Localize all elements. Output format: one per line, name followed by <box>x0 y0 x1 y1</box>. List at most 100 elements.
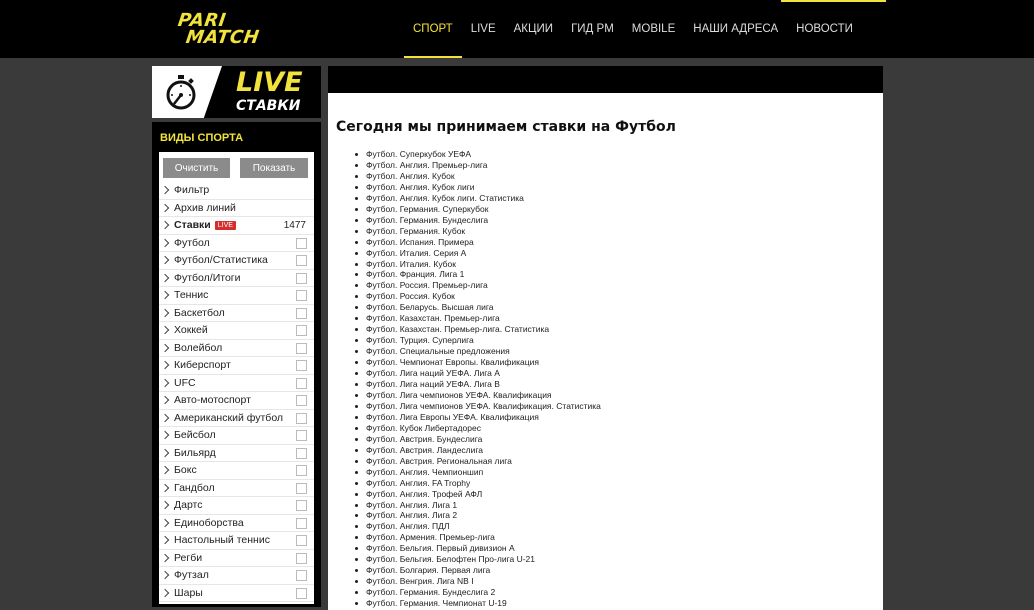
league-link[interactable]: Футбол. Англия. Чемпионшип <box>350 467 601 478</box>
league-link[interactable]: Футбол. Лига чемпионов УЕФА. Квалификаци… <box>350 401 601 412</box>
sport-checkbox[interactable] <box>296 552 307 564</box>
league-link[interactable]: Футбол. Германия. Чемпионат U-19 <box>350 598 601 609</box>
league-link[interactable]: Футбол. Италия. Кубок <box>350 259 601 270</box>
sport-checkbox[interactable] <box>296 325 307 336</box>
sidebar-sport-item[interactable]: Футбол/Статистика <box>159 252 314 270</box>
league-link[interactable]: Футбол. Англия. FA Trophy <box>350 478 601 489</box>
nav-live[interactable]: LIVE <box>462 0 505 58</box>
league-link[interactable]: Футбол. Болгария. Первая лига <box>350 565 601 576</box>
sidebar-sport-item[interactable]: Бейсбол <box>159 427 314 445</box>
sport-checkbox[interactable] <box>296 517 307 529</box>
league-link[interactable]: Футбол. Германия. Суперкубок <box>350 204 601 215</box>
league-link[interactable]: Футбол. Казахстан. Премьер-лига. Статист… <box>350 324 601 335</box>
nav-guide[interactable]: ГИД PM <box>562 0 623 58</box>
sport-checkbox[interactable] <box>296 377 307 389</box>
league-link[interactable]: Футбол. Англия. Трофей АФЛ <box>350 489 601 500</box>
sidebar-item-live-bets[interactable]: Ставки LIVE 1477 <box>159 217 314 235</box>
league-link[interactable]: Футбол. Бельгия. Первый дивизион А <box>350 543 601 554</box>
sidebar-sport-item[interactable]: Шары <box>159 585 314 602</box>
sidebar-sport-item[interactable]: Настольный теннис <box>159 532 314 550</box>
sidebar-sport-item[interactable]: Американский футбол <box>159 410 314 427</box>
league-link[interactable]: Футбол. Специальные предложения <box>350 346 601 357</box>
league-link[interactable]: Футбол. Австрия. Бундеслига <box>350 434 601 445</box>
league-link[interactable]: Футбол. Испания. Примера <box>350 237 601 248</box>
sport-checkbox[interactable] <box>296 500 307 511</box>
show-button[interactable]: Показать <box>240 158 308 178</box>
league-link[interactable]: Футбол. Англия. ПДЛ <box>350 521 601 532</box>
league-link[interactable]: Футбол. Казахстан. Премьер-лига <box>350 313 601 324</box>
chevron-right-icon <box>160 588 170 597</box>
league-link[interactable]: Футбол. Лига наций УЕФА. Лига А <box>350 368 601 379</box>
sidebar-sport-item[interactable]: Баскетбол <box>159 305 314 322</box>
sport-checkbox[interactable] <box>296 587 307 599</box>
sport-checkbox[interactable] <box>296 395 307 406</box>
league-link[interactable]: Футбол. Армения. Премьер-лига <box>350 532 601 543</box>
sidebar-sport-item[interactable]: Бокс <box>159 462 314 480</box>
nav-addresses[interactable]: НАШИ АДРЕСА <box>684 0 787 58</box>
sport-checkbox[interactable] <box>296 360 307 371</box>
parimatch-logo[interactable]: PARI MATCH <box>177 10 294 50</box>
league-link[interactable]: Футбол. Чемпионат Европы. Квалификация <box>350 357 601 368</box>
sport-checkbox[interactable] <box>296 307 307 319</box>
sidebar-sport-item[interactable]: Дартс <box>159 497 314 515</box>
league-link[interactable]: Футбол. Германия. Кубок <box>350 226 601 237</box>
sport-checkbox[interactable] <box>296 465 307 476</box>
sidebar-item-filter[interactable]: Фильтр <box>159 182 314 200</box>
league-link[interactable]: Футбол. Бельгия. Белофтен Про-лига U-21 <box>350 554 601 565</box>
sidebar-sport-item[interactable]: UFC <box>159 375 314 392</box>
league-link[interactable]: Футбол. Германия. Бундеслига <box>350 215 601 226</box>
nav-mobile[interactable]: MOBILE <box>623 0 684 58</box>
league-link[interactable]: Футбол. Лига чемпионов УЕФА. Квалификаци… <box>350 390 601 401</box>
league-link[interactable]: Футбол. Англия. Кубок лиги <box>350 182 601 193</box>
league-link[interactable]: Футбол. Англия. Лига 1 <box>350 500 601 511</box>
sport-checkbox[interactable] <box>296 447 307 459</box>
league-link[interactable]: Футбол. Германия. Бундеслига 2 <box>350 587 601 598</box>
nav-promotions[interactable]: АКЦИИ <box>505 0 562 58</box>
league-link[interactable]: Футбол. Беларусь. Высшая лига <box>350 302 601 313</box>
sport-checkbox[interactable] <box>296 570 307 581</box>
sport-checkbox[interactable] <box>296 430 307 441</box>
sidebar-sport-item[interactable]: Бильярд <box>159 445 314 462</box>
sport-checkbox[interactable] <box>296 237 307 249</box>
sport-checkbox[interactable] <box>296 272 307 284</box>
sidebar-item-archive[interactable]: Архив линий <box>159 200 314 217</box>
sport-checkbox[interactable] <box>296 342 307 354</box>
league-link[interactable]: Футбол. Англия. Кубок <box>350 171 601 182</box>
league-link[interactable]: Футбол. Россия. Кубок <box>350 291 601 302</box>
sidebar-sport-item[interactable]: Футбол/Итоги <box>159 270 314 287</box>
sidebar-sport-item[interactable]: Волейбол <box>159 340 314 357</box>
clear-button[interactable]: Очистить <box>163 158 230 178</box>
sport-checkbox[interactable] <box>296 482 307 494</box>
sidebar-sport-item[interactable]: Единоборства <box>159 515 314 532</box>
live-banner-subtitle: СТАВКИ <box>236 98 301 114</box>
sidebar-sport-item[interactable]: Футзал <box>159 567 314 585</box>
nav-news[interactable]: НОВОСТИ <box>787 0 862 58</box>
league-link[interactable]: Футбол. Австрия. Ландеслига <box>350 445 601 456</box>
sidebar-sport-item[interactable]: Киберспорт <box>159 357 314 375</box>
league-link[interactable]: Футбол. Италия. Серия А <box>350 248 601 259</box>
sport-checkbox[interactable] <box>296 290 307 301</box>
sidebar-sport-item[interactable]: Авто-мотоспорт <box>159 392 314 410</box>
league-link[interactable]: Футбол. Турция. Суперлига <box>350 335 601 346</box>
league-link[interactable]: Футбол. Лига наций УЕФА. Лига В <box>350 379 601 390</box>
league-link[interactable]: Футбол. Кубок Либертадорес <box>350 423 601 434</box>
live-bets-banner[interactable]: LIVE СТАВКИ <box>152 66 321 118</box>
nav-sport[interactable]: СПОРТ <box>404 0 462 58</box>
league-link[interactable]: Футбол. Россия. Премьер-лига <box>350 280 601 291</box>
sport-checkbox[interactable] <box>296 255 307 266</box>
sport-checkbox[interactable] <box>296 535 307 546</box>
sidebar-sport-item[interactable]: Футбол <box>159 235 314 252</box>
sidebar-sport-item[interactable]: Гандбол <box>159 480 314 497</box>
sidebar-sport-item[interactable]: Теннис <box>159 287 314 305</box>
sidebar-sport-item[interactable]: Регби <box>159 550 314 567</box>
league-link[interactable]: Футбол. Австрия. Региональная лига <box>350 456 601 467</box>
sport-checkbox[interactable] <box>296 412 307 424</box>
league-link[interactable]: Футбол. Англия. Кубок лиги. Статистика <box>350 193 601 204</box>
league-link[interactable]: Футбол. Венгрия. Лига NB I <box>350 576 601 587</box>
league-link[interactable]: Футбол. Суперкубок УЕФА <box>350 149 601 160</box>
league-link[interactable]: Футбол. Англия. Лига 2 <box>350 510 601 521</box>
league-link[interactable]: Футбол. Лига Европы УЕФА. Квалификация <box>350 412 601 423</box>
league-link[interactable]: Футбол. Франция. Лига 1 <box>350 269 601 280</box>
sidebar-sport-item[interactable]: Хоккей <box>159 322 314 340</box>
league-link[interactable]: Футбол. Англия. Премьер-лига <box>350 160 601 171</box>
